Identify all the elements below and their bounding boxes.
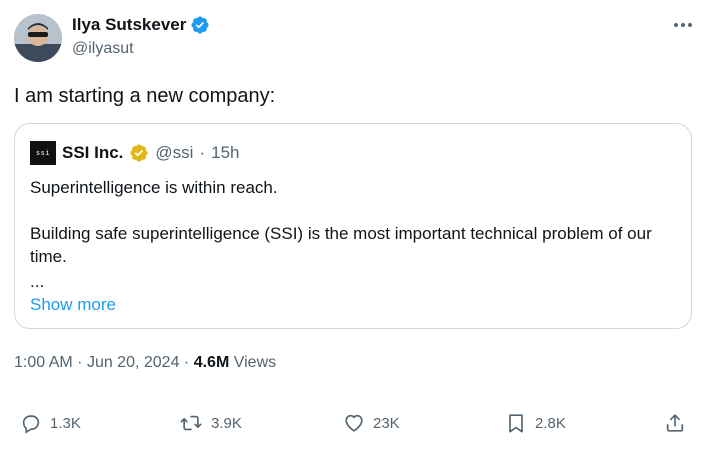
ssi-logo: ssi — [30, 141, 56, 165]
repost-icon — [179, 412, 203, 434]
repost-count: 3.9K — [211, 414, 242, 432]
quoted-tweet-body: Superintelligence is within reach. Build… — [30, 176, 680, 293]
more-options-button[interactable] — [668, 14, 698, 36]
show-more-link[interactable]: Show more — [30, 294, 116, 316]
tweet-meta-row: 1:00 AM · Jun 20, 2024 · 4.6M Views — [14, 352, 276, 374]
reply-icon — [20, 412, 42, 434]
repost-button[interactable]: 3.9K — [179, 408, 242, 438]
like-count: 23K — [373, 414, 400, 432]
quoted-tweet-time[interactable]: 15h — [211, 142, 239, 164]
author-name-text: Ilya Sutskever — [72, 15, 187, 34]
author-handle[interactable]: @ilyasut — [72, 39, 134, 59]
bookmark-icon — [505, 412, 527, 434]
heart-icon — [343, 412, 365, 434]
tweet-time[interactable]: 1:00 AM — [14, 354, 73, 371]
action-bar: 1.3K 3.9K 23K 2.8K — [14, 408, 694, 438]
tweet-text: I am starting a new company: — [14, 85, 276, 107]
tweet-date[interactable]: Jun 20, 2024 — [87, 354, 180, 371]
reply-count: 1.3K — [50, 414, 81, 432]
meta-separator: · — [199, 143, 206, 162]
avatar-image — [14, 14, 62, 62]
like-button[interactable]: 23K — [343, 408, 400, 438]
bookmark-button[interactable]: 2.8K — [505, 408, 566, 438]
share-icon — [664, 412, 686, 434]
verified-badge-icon — [190, 15, 210, 35]
more-dots-icon — [673, 22, 693, 28]
share-button[interactable] — [664, 408, 686, 438]
quoted-text-line-1: Superintelligence is within reach. — [30, 178, 278, 197]
reply-button[interactable]: 1.3K — [20, 408, 81, 438]
views-label: Views — [233, 354, 277, 371]
views-count: 4.6M — [193, 354, 230, 371]
avatar[interactable] — [14, 14, 62, 62]
quoted-tweet-header: ssi SSI Inc. @ssi · 15h — [30, 141, 240, 165]
author-name[interactable]: Ilya Sutskever — [72, 14, 210, 36]
gold-verified-badge-icon — [129, 143, 149, 163]
quoted-author-name[interactable]: SSI Inc. — [62, 142, 123, 164]
quoted-author-handle[interactable]: @ssi — [155, 142, 193, 164]
meta-separator: · — [183, 354, 190, 371]
quoted-text-ellipsis: ... — [30, 272, 45, 291]
quoted-text-line-2: Building safe superintelligence (SSI) is… — [30, 224, 652, 266]
quoted-tweet-card[interactable]: ssi SSI Inc. @ssi · 15h Superintelligenc… — [14, 123, 692, 329]
meta-separator: · — [77, 354, 83, 371]
bookmark-count: 2.8K — [535, 414, 566, 432]
